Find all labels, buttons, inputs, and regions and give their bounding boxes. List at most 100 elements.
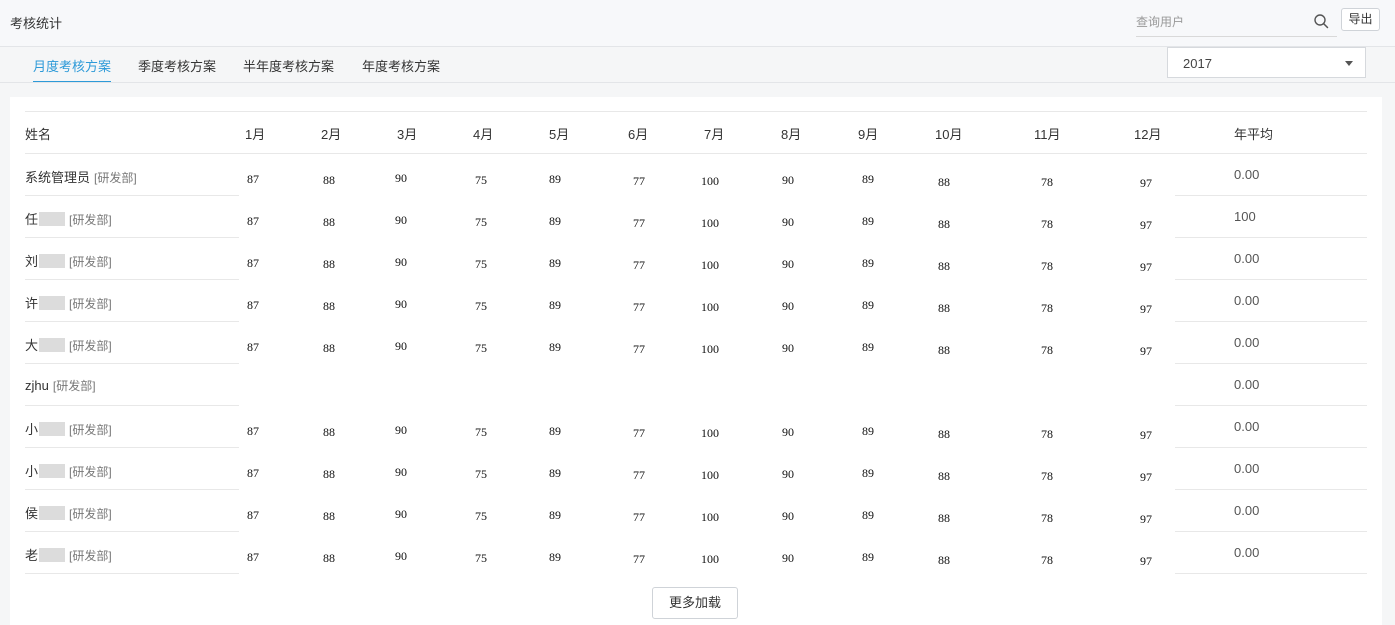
- search-input[interactable]: [1136, 13, 1301, 31]
- row-divider: [1175, 573, 1367, 574]
- employee-name-cell: 小 [研发部]: [25, 419, 112, 438]
- monthly-score: 75: [475, 341, 487, 355]
- monthly-score: 75: [475, 215, 487, 229]
- column-header-month: 9月: [858, 127, 879, 142]
- monthly-score: 77: [633, 426, 645, 440]
- monthly-score: 90: [395, 549, 407, 563]
- redacted-name-block: [39, 212, 66, 226]
- tab-yearly[interactable]: 年度考核方案: [362, 47, 440, 83]
- monthly-score: 89: [862, 550, 874, 564]
- employee-name-cell: 许 [研发部]: [25, 293, 112, 312]
- monthly-score: 97: [1140, 554, 1152, 568]
- top-bar: 考核统计 导出: [0, 0, 1395, 47]
- monthly-score: 97: [1140, 428, 1152, 442]
- monthly-score: 100: [701, 468, 719, 482]
- monthly-score: 90: [395, 297, 407, 311]
- year-average: 0.00: [1234, 251, 1260, 266]
- table-row: 小 [研发部] 87 88 90 75 89 77 100 90 89 88 78 97 0.00: [25, 447, 1367, 489]
- monthly-score: 88: [323, 173, 335, 187]
- monthly-score: 88: [938, 217, 950, 231]
- monthly-score: 77: [633, 552, 645, 566]
- table-row: 老 [研发部] 87 88 90 75 89 77 100 90 89 88 78 97 0.00: [25, 531, 1367, 573]
- column-header-month: 8月: [781, 127, 802, 142]
- monthly-score: 88: [938, 343, 950, 357]
- monthly-score: 88: [323, 215, 335, 229]
- monthly-score: 97: [1140, 260, 1152, 274]
- monthly-score: 90: [395, 465, 407, 479]
- redacted-name-block: [39, 254, 66, 268]
- employee-department: [研发部]: [94, 171, 137, 185]
- monthly-score: 77: [633, 174, 645, 188]
- column-header-month: 11月: [1034, 127, 1061, 142]
- column-header-month: 10月: [935, 127, 963, 142]
- monthly-score: 78: [1041, 553, 1053, 567]
- monthly-score: 87: [247, 424, 259, 438]
- table-row: 刘 [研发部] 87 88 90 75 89 77 100 90 89 88 78 97 0.00: [25, 237, 1367, 279]
- header-divider: [0, 82, 1395, 83]
- monthly-score: 90: [782, 467, 794, 481]
- load-more-button[interactable]: 更多加载: [652, 587, 738, 619]
- employee-name: 许: [25, 296, 39, 311]
- monthly-score: 100: [701, 342, 719, 356]
- monthly-score: 100: [701, 510, 719, 524]
- monthly-score: 100: [701, 216, 719, 230]
- year-average: 0.00: [1234, 377, 1260, 392]
- monthly-score: 87: [247, 550, 259, 564]
- employee-department: [研发部]: [69, 465, 112, 479]
- year-select[interactable]: 2017: [1167, 47, 1366, 78]
- column-header-month: 3月: [397, 127, 418, 142]
- monthly-score: 87: [247, 256, 259, 270]
- column-header-month: 6月: [628, 127, 649, 142]
- employee-name-cell: 任 [研发部]: [25, 209, 112, 228]
- monthly-score: 89: [862, 256, 874, 270]
- year-average: 0.00: [1234, 545, 1260, 560]
- table-row: zjhu [研发部] 0.00: [25, 363, 1367, 405]
- monthly-score: 89: [862, 298, 874, 312]
- monthly-score: 88: [323, 299, 335, 313]
- search-icon[interactable]: [1313, 13, 1329, 29]
- employee-name: 小: [25, 464, 39, 479]
- employee-department: [研发部]: [69, 339, 112, 353]
- monthly-score: 89: [549, 466, 561, 480]
- monthly-score: 90: [395, 507, 407, 521]
- monthly-score: 100: [701, 552, 719, 566]
- monthly-score: 90: [395, 339, 407, 353]
- tab-quarterly[interactable]: 季度考核方案: [138, 47, 216, 83]
- employee-department: [研发部]: [69, 423, 112, 437]
- table-row: 侯 [研发部] 87 88 90 75 89 77 100 90 89 88 78 97 0.00: [25, 489, 1367, 531]
- monthly-score: 88: [938, 301, 950, 315]
- employee-name: 老: [25, 548, 39, 563]
- monthly-score: 78: [1041, 427, 1053, 441]
- monthly-score: 88: [938, 469, 950, 483]
- employee-name-cell: 小 [研发部]: [25, 461, 112, 480]
- monthly-score: 89: [862, 340, 874, 354]
- column-header-month: 1月: [245, 127, 266, 142]
- employee-name: 大: [25, 338, 39, 353]
- caret-down-icon: [1345, 61, 1353, 66]
- year-average: 0.00: [1234, 419, 1260, 434]
- monthly-score: 100: [701, 174, 719, 188]
- employee-department: [研发部]: [69, 549, 112, 563]
- monthly-score: 87: [247, 340, 259, 354]
- monthly-score: 78: [1041, 259, 1053, 273]
- monthly-score: 90: [395, 255, 407, 269]
- tab-half-year[interactable]: 半年度考核方案: [243, 47, 334, 83]
- row-divider: [25, 573, 239, 574]
- export-button[interactable]: 导出: [1341, 8, 1380, 31]
- employee-name-cell: 系统管理员 [研发部]: [25, 167, 137, 186]
- row-divider: [25, 111, 1367, 112]
- year-average: 0.00: [1234, 293, 1260, 308]
- monthly-score: 90: [782, 341, 794, 355]
- year-average: 0.00: [1234, 335, 1260, 350]
- redacted-name-block: [39, 464, 66, 478]
- monthly-score: 97: [1140, 302, 1152, 316]
- monthly-score: 90: [782, 551, 794, 565]
- monthly-score: 88: [323, 425, 335, 439]
- monthly-score: 77: [633, 510, 645, 524]
- monthly-score: 77: [633, 216, 645, 230]
- employee-name: 系统管理员: [25, 170, 91, 185]
- monthly-score: 97: [1140, 512, 1152, 526]
- monthly-score: 78: [1041, 343, 1053, 357]
- tab-monthly[interactable]: 月度考核方案: [33, 47, 112, 83]
- monthly-score: 90: [395, 423, 407, 437]
